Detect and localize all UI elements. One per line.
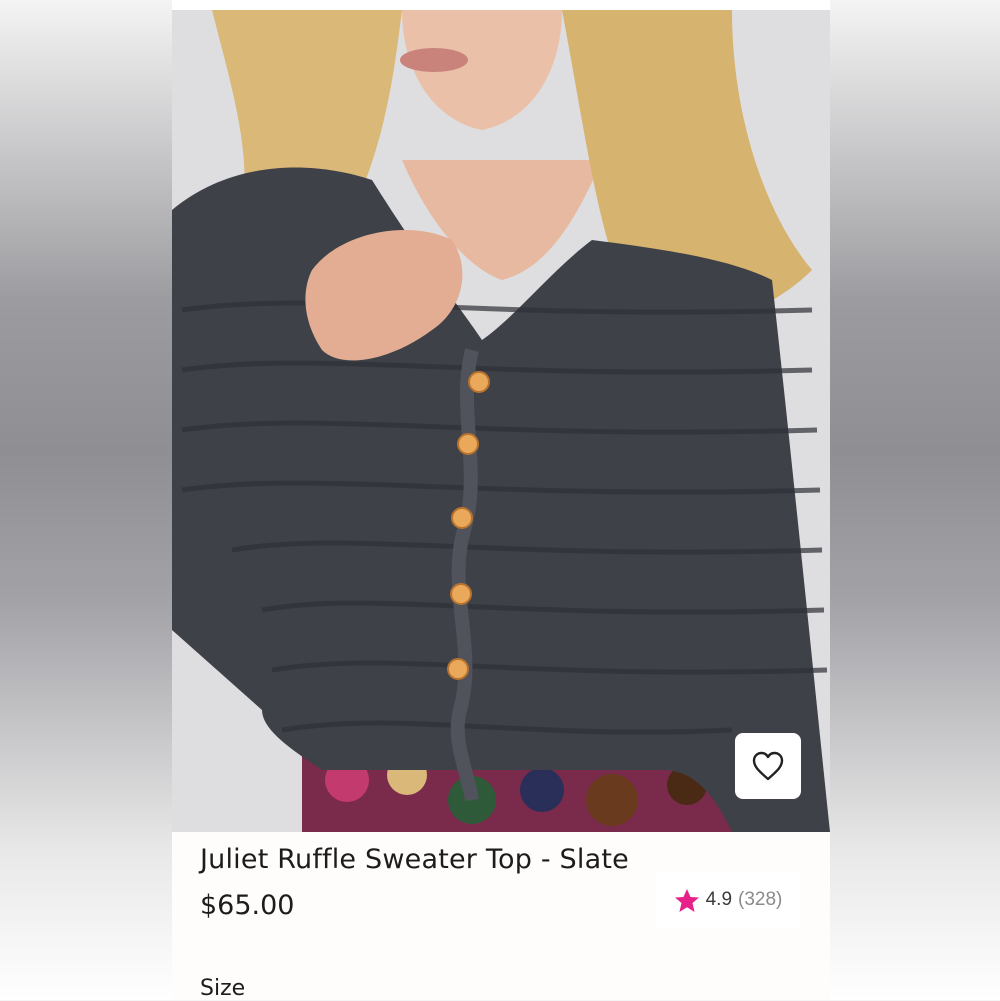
rating-value: 4.9 <box>705 889 733 910</box>
heart-outline-icon <box>752 751 784 781</box>
star-icon <box>674 888 699 912</box>
product-info: Juliet Ruffle Sweater Top - Slate $65.00… <box>172 832 830 1001</box>
rating-badge[interactable]: 4.9 (328) <box>656 872 800 928</box>
product-price: $65.00 <box>200 890 295 921</box>
product-photo-illustration <box>172 10 830 832</box>
product-title: Juliet Ruffle Sweater Top - Slate <box>200 844 629 875</box>
product-card: Juliet Ruffle Sweater Top - Slate $65.00… <box>172 0 830 1001</box>
size-label: Size <box>200 976 246 1001</box>
product-image[interactable] <box>172 10 830 832</box>
wishlist-button[interactable] <box>735 733 801 799</box>
review-count: (328) <box>738 889 783 910</box>
